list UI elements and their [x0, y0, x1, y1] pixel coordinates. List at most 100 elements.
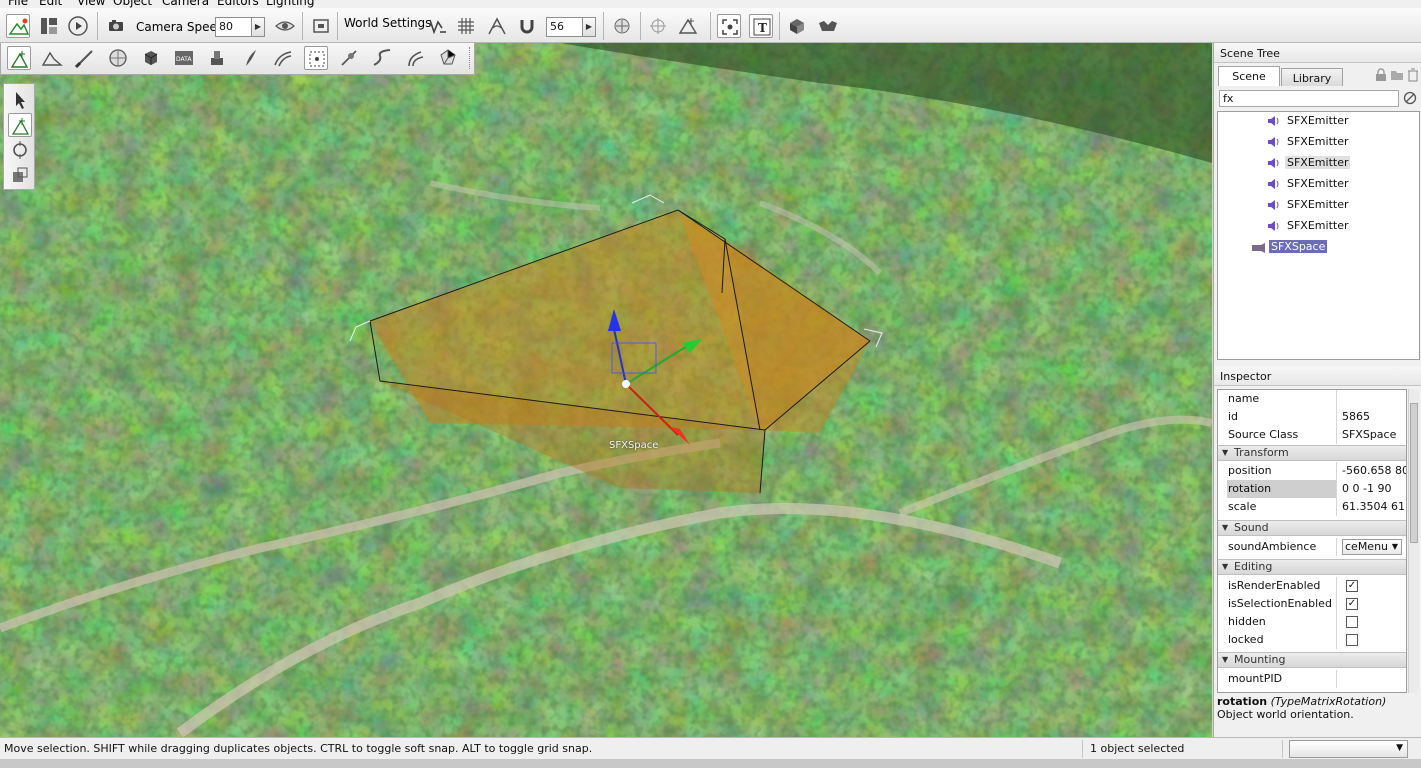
menu-lighting[interactable]: Lighting	[266, 0, 315, 8]
tree-item[interactable]: SFXEmitter	[1266, 154, 1351, 172]
inspector-scrollbar[interactable]	[1408, 389, 1419, 693]
tab-library[interactable]: Library	[1281, 68, 1343, 86]
is-render-enabled-checkbox[interactable]: ✓	[1346, 580, 1358, 592]
collapse-arrow-icon: ▼	[1222, 523, 1229, 532]
tree-item[interactable]: SFXEmitter	[1266, 196, 1350, 214]
text-labels-icon[interactable]: T	[749, 14, 773, 38]
world-transform-icon[interactable]	[676, 14, 700, 38]
menu-editors[interactable]: Editors	[217, 0, 259, 8]
status-message: Move selection. SHIFT while dragging dup…	[4, 742, 593, 755]
grid-size-input[interactable]: 56	[546, 17, 583, 37]
magnet-icon[interactable]	[515, 14, 539, 38]
property-row[interactable]: hidden	[1218, 613, 1406, 631]
gui-editor-icon[interactable]	[37, 14, 61, 38]
scene-tree[interactable]: SFXEmitter SFXEmitter SFXEmitter SFXEmit…	[1217, 111, 1420, 360]
shape-editor-icon[interactable]	[436, 46, 460, 70]
tree-item[interactable]: SFXEmitter	[1266, 133, 1350, 151]
menu-edit[interactable]: Edit	[39, 0, 62, 8]
convex-editor-icon[interactable]	[304, 46, 328, 70]
property-row[interactable]: Source Class SFXSpace	[1218, 426, 1406, 444]
object-center-icon[interactable]	[646, 14, 670, 38]
speaker-icon	[1266, 177, 1282, 191]
svg-text:T: T	[758, 21, 767, 35]
scene-tree-title: Scene Tree	[1214, 43, 1421, 63]
property-row[interactable]: soundAmbience ceMenu ▼	[1218, 538, 1406, 556]
tree-item[interactable]: SFXEmitter	[1266, 175, 1350, 193]
tree-item-selected[interactable]: SFXSpace	[1250, 238, 1328, 256]
move-tool-icon[interactable]	[8, 113, 32, 137]
property-row[interactable]: isSelectionEnabled ✓	[1218, 595, 1406, 613]
particle-editor-icon[interactable]	[337, 46, 361, 70]
status-combo[interactable]: ▼	[1289, 740, 1408, 758]
property-row[interactable]: id 5865	[1218, 408, 1406, 426]
menu-view[interactable]: View	[77, 0, 105, 8]
locked-checkbox[interactable]	[1346, 634, 1358, 646]
sketch-tool-icon[interactable]	[139, 46, 163, 70]
object-label: SFXSpace	[609, 440, 659, 451]
transform-tools-palette	[3, 83, 35, 190]
terrain-painter-icon[interactable]	[73, 46, 97, 70]
property-row-selected[interactable]: rotation 0 0 -1 90	[1218, 480, 1406, 498]
explode-prefab-icon[interactable]	[816, 14, 840, 38]
tree-item[interactable]: SFXEmitter	[1266, 217, 1350, 235]
svg-text:DATA: DATA	[176, 56, 192, 63]
clear-filter-icon[interactable]	[1403, 91, 1417, 108]
property-row[interactable]: scale61.3504 61.3	[1218, 498, 1406, 516]
chevron-down-icon: ▼	[1396, 743, 1403, 753]
object-editor-icon[interactable]	[7, 46, 31, 70]
river-editor-icon[interactable]	[370, 46, 394, 70]
scene-filter-input[interactable]: fx	[1219, 90, 1399, 107]
tree-item[interactable]: SFXEmitter	[1266, 112, 1350, 130]
group-mounting[interactable]: ▼ Mounting	[1218, 652, 1406, 668]
sound-ambience-dropdown[interactable]: ceMenu ▼	[1342, 539, 1402, 555]
grid-icon[interactable]	[454, 14, 478, 38]
tab-scene[interactable]: Scene	[1218, 66, 1280, 86]
property-row[interactable]: mountPID	[1218, 670, 1406, 688]
prefab-icon[interactable]	[785, 14, 809, 38]
forest-editor-icon[interactable]	[238, 46, 262, 70]
snap-to-terrain-icon[interactable]	[425, 14, 449, 38]
scale-tool-icon[interactable]	[8, 163, 32, 187]
eye-icon[interactable]	[273, 14, 297, 38]
world-editor-icon[interactable]	[6, 14, 30, 38]
grid-size-spin-icon[interactable]: ▶	[583, 17, 596, 37]
trash-icon[interactable]	[1407, 68, 1419, 85]
fit-selection-icon[interactable]	[717, 14, 741, 38]
is-selection-enabled-checkbox[interactable]: ✓	[1346, 598, 1358, 610]
hidden-checkbox[interactable]	[1346, 616, 1358, 628]
menu-file[interactable]: File	[8, 0, 28, 8]
group-sound[interactable]: ▼ Sound	[1218, 520, 1406, 536]
collapse-arrow-icon: ▼	[1222, 562, 1229, 571]
datablock-editor-icon[interactable]: DATA	[172, 46, 196, 70]
folder-icon[interactable]	[1390, 68, 1404, 85]
select-arrow-icon[interactable]	[8, 88, 32, 112]
road-editor-icon[interactable]	[403, 46, 427, 70]
group-editing[interactable]: ▼ Editing	[1218, 559, 1406, 575]
decal-editor-icon[interactable]	[205, 46, 229, 70]
camera-icon[interactable]	[105, 14, 129, 38]
collapse-arrow-icon: ▼	[1222, 448, 1229, 457]
property-row[interactable]: locked	[1218, 631, 1406, 649]
group-transform[interactable]: ▼ Transform	[1218, 445, 1406, 461]
property-row[interactable]: position -560.658 80	[1218, 462, 1406, 480]
lock-icon[interactable]	[1375, 68, 1387, 85]
play-icon[interactable]	[66, 14, 90, 38]
snap-rotation-icon[interactable]	[485, 14, 509, 38]
rotate-tool-icon[interactable]	[8, 138, 32, 162]
drop-selection-icon[interactable]	[610, 14, 634, 38]
menu-camera[interactable]: Camera	[162, 0, 209, 8]
screenshot-icon[interactable]	[309, 14, 333, 38]
material-editor-icon[interactable]	[106, 46, 130, 70]
camera-speed-input[interactable]: 80	[215, 17, 252, 37]
selection-count: 1 object selected	[1090, 742, 1185, 755]
taskbar-strip	[0, 759, 1421, 768]
terrain-scene[interactable]	[0, 43, 1212, 737]
terrain-editor-icon[interactable]	[40, 46, 64, 70]
3d-viewport[interactable]: SFXSpace	[0, 43, 1212, 737]
menu-object[interactable]: Object	[113, 0, 152, 8]
world-settings-label[interactable]: World Settings	[344, 16, 431, 30]
camera-speed-spin-icon[interactable]: ▶	[252, 17, 265, 37]
property-row[interactable]: name	[1218, 390, 1406, 408]
mesh-road-editor-icon[interactable]	[271, 46, 295, 70]
property-row[interactable]: isRenderEnabled ✓	[1218, 577, 1406, 595]
